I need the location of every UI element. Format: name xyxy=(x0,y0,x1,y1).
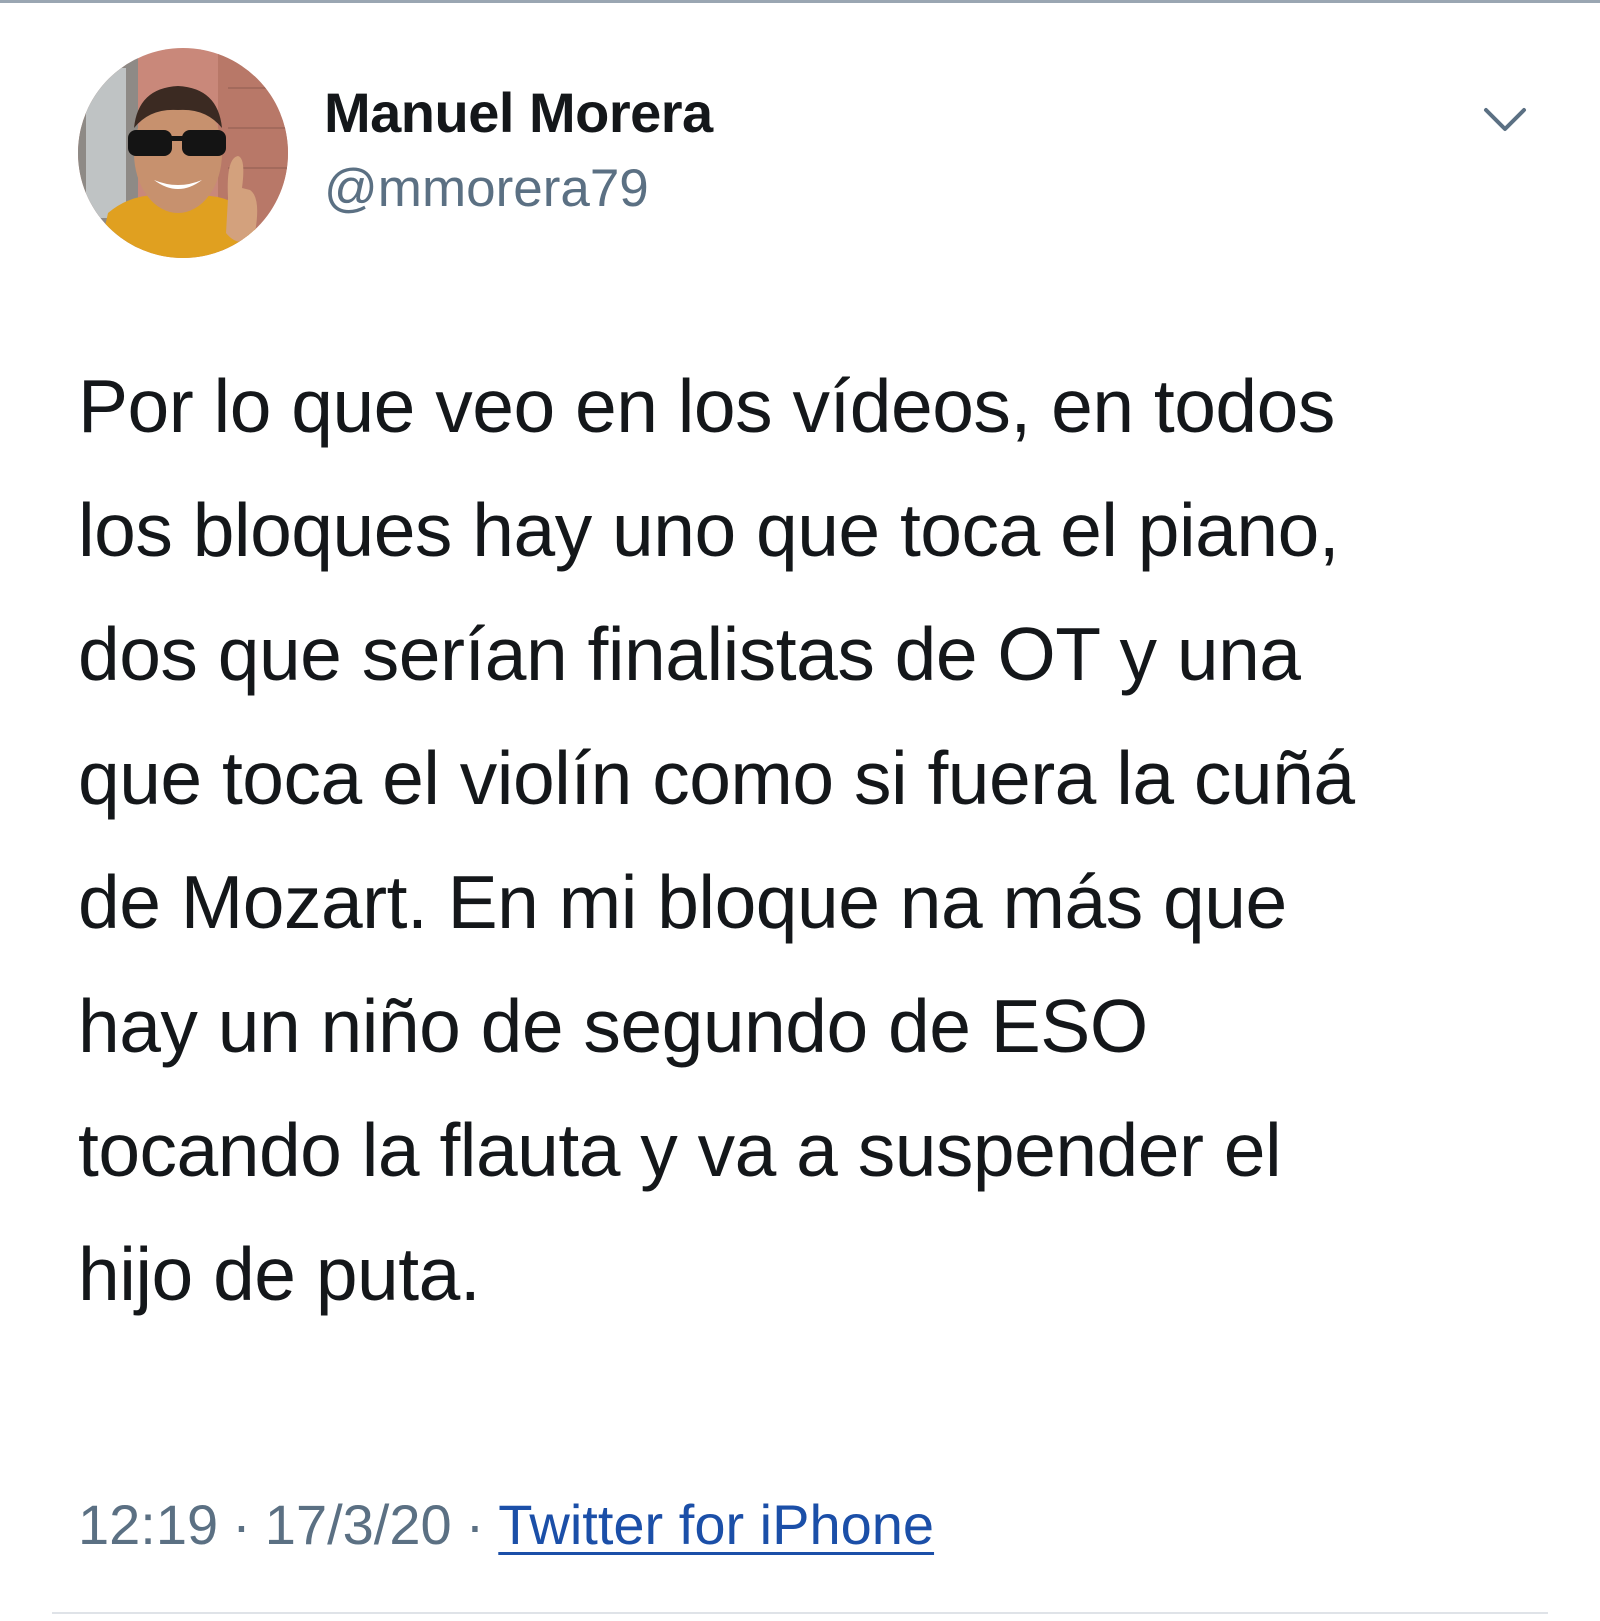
tweet-time[interactable]: 12:19 xyxy=(78,1493,218,1556)
tweet-date[interactable]: 17/3/20 xyxy=(265,1493,452,1556)
bottom-divider xyxy=(52,1612,1548,1614)
tweet-text: Por lo que veo en los vídeos, en todos l… xyxy=(78,344,1528,1336)
tweet-text-line: que toca el violín como si fuera la cuñá xyxy=(78,736,1355,820)
tweet-source-link[interactable]: Twitter for iPhone xyxy=(498,1493,934,1556)
meta-separator: · xyxy=(232,1493,251,1556)
tweet-text-line: tocando la flauta y va a suspender el xyxy=(78,1108,1282,1192)
avatar[interactable] xyxy=(78,48,288,258)
tweet-metadata: 12:19 · 17/3/20 · Twitter for iPhone xyxy=(78,1492,934,1557)
tweet-card: Manuel Morera @mmorera79 Por lo que veo … xyxy=(0,0,1600,1621)
tweet-text-line: dos que serían finalistas de OT y una xyxy=(78,612,1301,696)
chevron-down-icon xyxy=(1484,108,1526,131)
author-display-name[interactable]: Manuel Morera xyxy=(324,80,713,145)
tweet-text-line: de Mozart. En mi bloque na más que xyxy=(78,860,1287,944)
avatar-photo xyxy=(78,48,288,258)
tweet-text-line: hijo de puta. xyxy=(78,1232,481,1316)
meta-separator: · xyxy=(465,1493,485,1556)
tweet-text-line: los bloques hay uno que toca el piano, xyxy=(78,488,1340,572)
tweet-text-line: hay un niño de segundo de ESO xyxy=(78,984,1148,1068)
tweet-text-line: Por lo que veo en los vídeos, en todos xyxy=(78,364,1335,448)
author-handle[interactable]: @mmorera79 xyxy=(324,158,649,219)
tweet-menu-button[interactable] xyxy=(1480,100,1530,140)
